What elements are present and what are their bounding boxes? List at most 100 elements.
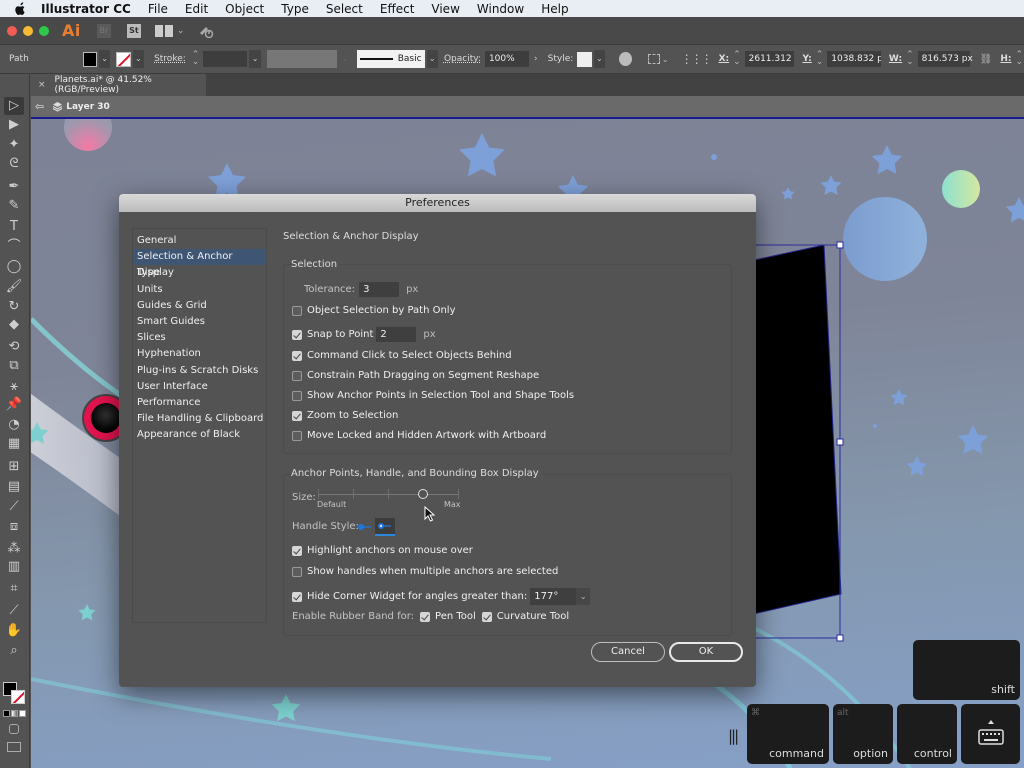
- adobe-stock-icon[interactable]: St: [126, 23, 141, 38]
- fill-swatch[interactable]: [82, 51, 97, 67]
- ellipse-tool-icon[interactable]: ◯: [4, 258, 24, 276]
- artboard-tool-icon[interactable]: ⌗: [4, 580, 24, 598]
- checkbox[interactable]: [292, 329, 302, 340]
- category-appearance-of-black[interactable]: Appearance of Black: [133, 427, 266, 443]
- magic-wand-tool-icon[interactable]: ✦: [4, 136, 24, 154]
- command-click-checkbox[interactable]: Command Click to Select Objects Behind: [292, 350, 512, 361]
- graphic-style-swatch[interactable]: [577, 51, 592, 67]
- eyedropper-tool-icon[interactable]: ⟋: [4, 498, 24, 516]
- shape-builder-tool-icon[interactable]: ◔: [4, 416, 24, 434]
- paintbrush-tool-icon[interactable]: 🖌: [4, 278, 24, 296]
- keyboard-toggle-key[interactable]: [961, 704, 1020, 764]
- stroke-weight-field[interactable]: [203, 51, 248, 67]
- h-stepper[interactable]: ⌃ ⌄: [1015, 51, 1024, 67]
- draw-mode-icon[interactable]: [9, 724, 19, 734]
- constrain-proportions-icon[interactable]: ⛓: [980, 54, 993, 65]
- category-units[interactable]: Units: [133, 282, 266, 298]
- menu-object[interactable]: Object: [225, 2, 264, 16]
- handle-style-solid-button[interactable]: [355, 518, 375, 536]
- pen-tool-icon[interactable]: ✒: [4, 178, 24, 196]
- tolerance-field[interactable]: 3: [359, 282, 400, 297]
- mesh-tool-icon[interactable]: ⊞: [4, 458, 24, 476]
- ok-button[interactable]: OK: [669, 642, 743, 662]
- drag-grip-icon[interactable]: |||: [728, 727, 739, 745]
- direct-selection-tool-icon[interactable]: ▶: [4, 116, 24, 134]
- category-file-handling-clipboard[interactable]: File Handling & Clipboard: [133, 411, 266, 427]
- category-slices[interactable]: Slices: [133, 330, 266, 346]
- size-slider-thumb[interactable]: [418, 489, 428, 499]
- stroke-dropdown[interactable]: ⌄: [132, 50, 145, 68]
- scale-tool-icon[interactable]: ⧉: [4, 357, 24, 375]
- stroke-weight-dropdown[interactable]: ⌄: [249, 50, 261, 68]
- show-anchor-points-checkbox[interactable]: Show Anchor Points in Selection Tool and…: [292, 390, 574, 401]
- handle-style-hollow-button[interactable]: [375, 518, 395, 536]
- puppet-warp-tool-icon[interactable]: ⚹: [4, 378, 24, 396]
- pen-tool-checkbox[interactable]: [420, 611, 431, 622]
- command-key[interactable]: ⌘ command: [747, 704, 829, 764]
- column-graph-tool-icon[interactable]: ▥: [4, 558, 24, 576]
- blend-tool-icon[interactable]: ⧈: [4, 518, 24, 536]
- checkbox[interactable]: [292, 591, 302, 602]
- cancel-button[interactable]: Cancel: [591, 642, 665, 662]
- screen-mode-icon[interactable]: [7, 742, 21, 752]
- stroke-weight-stepper[interactable]: ⌃ ⌄: [191, 51, 201, 67]
- perspective-grid-tool-icon[interactable]: ▦: [4, 435, 24, 453]
- line-tool-icon[interactable]: ⌒: [4, 238, 24, 256]
- category-user-interface[interactable]: User Interface: [133, 379, 266, 395]
- back-arrow-icon[interactable]: ⇦: [35, 100, 44, 113]
- curvature-tool-checkbox[interactable]: [481, 611, 492, 622]
- w-field[interactable]: 816.573 px: [917, 51, 973, 67]
- constrain-path-dragging-checkbox[interactable]: Constrain Path Dragging on Segment Resha…: [292, 370, 539, 381]
- brush-dropdown[interactable]: ⌄: [426, 50, 438, 68]
- category-general[interactable]: General: [133, 233, 266, 249]
- checkbox[interactable]: [292, 390, 302, 401]
- menu-file[interactable]: File: [148, 2, 168, 16]
- gradient-button[interactable]: [11, 710, 18, 717]
- eraser-tool-icon[interactable]: ◆: [4, 316, 24, 334]
- corner-angle-dropdown[interactable]: ⌄: [576, 588, 591, 605]
- snap-distance-field[interactable]: 2: [376, 327, 417, 342]
- checkbox[interactable]: [292, 305, 302, 316]
- hide-corner-widget-checkbox[interactable]: Hide Corner Widget for angles greater th…: [292, 588, 591, 605]
- checkbox[interactable]: [292, 545, 302, 556]
- width-profile-dropdown[interactable]: ⌄: [339, 50, 350, 68]
- checkbox[interactable]: [292, 430, 302, 441]
- window-close-button[interactable]: [7, 25, 17, 36]
- variable-width-profile[interactable]: [266, 50, 338, 68]
- lasso-tool-icon[interactable]: ᘓ: [4, 155, 24, 173]
- workspace-switcher-icon[interactable]: [154, 24, 173, 37]
- zoom-tool-icon[interactable]: ⌕: [4, 642, 24, 660]
- align-to-selection-icon[interactable]: [648, 54, 660, 64]
- menu-view[interactable]: View: [431, 2, 459, 16]
- hand-tool-icon[interactable]: ✋: [4, 622, 24, 640]
- highlight-anchors-checkbox[interactable]: Highlight anchors on mouse over: [292, 545, 473, 556]
- object-selection-by-path-checkbox[interactable]: Object Selection by Path Only: [292, 305, 456, 316]
- menu-help[interactable]: Help: [541, 2, 568, 16]
- menu-edit[interactable]: Edit: [185, 2, 208, 16]
- menu-effect[interactable]: Effect: [380, 2, 415, 16]
- reference-point-icon[interactable]: ⋮⋮⋮: [681, 52, 713, 66]
- show-handles-checkbox[interactable]: Show handles when multiple anchors are s…: [292, 566, 558, 577]
- document-tab[interactable]: × Planets.ai* @ 41.52% (RGB/Preview): [31, 74, 206, 96]
- category-smart-guides[interactable]: Smart Guides: [133, 314, 266, 330]
- pin-tool-icon[interactable]: 📌: [4, 396, 24, 414]
- color-mode-buttons[interactable]: [3, 710, 26, 717]
- curvature-tool-icon[interactable]: ✎: [4, 197, 24, 215]
- y-stepper[interactable]: ⌃ ⌄: [815, 51, 825, 67]
- category-selection-anchor-display[interactable]: Selection & Anchor Display: [133, 249, 266, 278]
- close-tab-icon[interactable]: ×: [38, 80, 46, 90]
- y-field[interactable]: 1038.832 px: [827, 51, 881, 67]
- chevron-down-icon[interactable]: ⌄: [177, 26, 185, 36]
- w-stepper[interactable]: ⌃ ⌄: [905, 51, 915, 67]
- rotate-tool-icon[interactable]: ⟲: [4, 338, 24, 356]
- bridge-icon[interactable]: Br: [96, 23, 111, 38]
- brush-definition[interactable]: Basic: [356, 50, 425, 68]
- gradient-tool-icon[interactable]: ▤: [4, 478, 24, 496]
- app-menu[interactable]: Illustrator CC: [41, 2, 131, 16]
- selection-tool-icon[interactable]: ▷: [4, 97, 24, 115]
- fill-stroke-swatches[interactable]: [3, 682, 25, 704]
- recolor-artwork-icon[interactable]: [619, 52, 633, 66]
- control-key[interactable]: control: [897, 704, 957, 764]
- stroke-none-swatch[interactable]: [11, 690, 25, 704]
- menu-select[interactable]: Select: [326, 2, 363, 16]
